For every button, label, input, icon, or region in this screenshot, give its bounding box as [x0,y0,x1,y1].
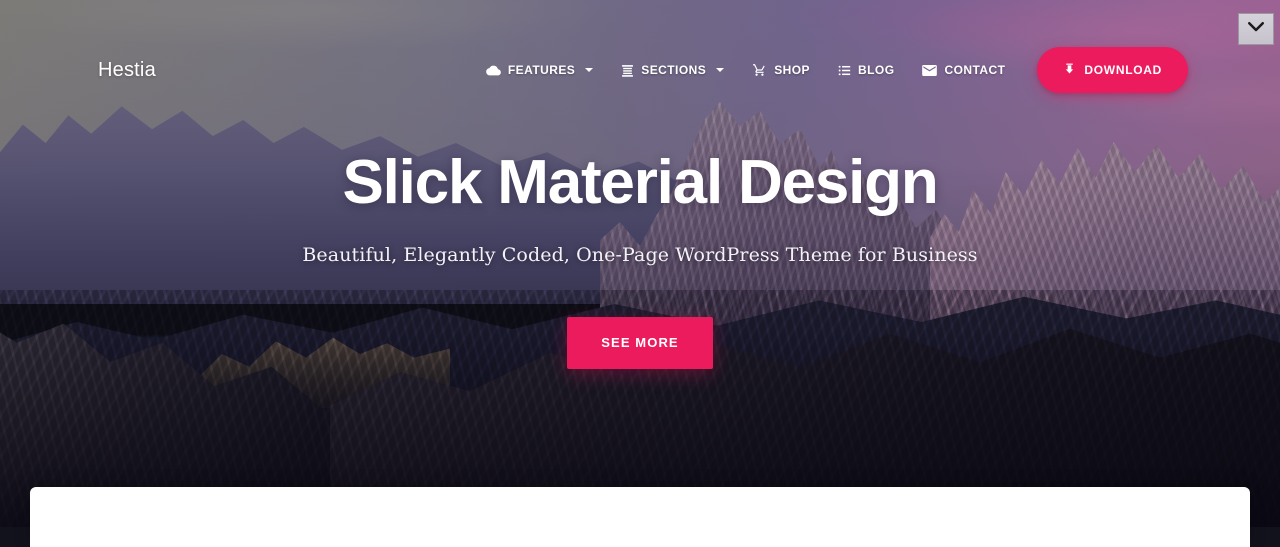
hero-subtitle: Beautiful, Elegantly Coded, One-Page Wor… [302,243,978,266]
nav-item-shop[interactable]: SHOP [738,54,824,86]
hero-title: Slick Material Design [342,148,938,217]
chevron-down-icon [1247,20,1265,38]
scroll-down-button[interactable] [1238,13,1274,45]
nav-item-features[interactable]: FEATURES [472,54,607,86]
download-button-label: DOWNLOAD [1084,63,1162,77]
nav-label: SECTIONS [641,63,707,77]
nav-menu: FEATURES SECTIONS SHOP BLOG CONTACT DOWN… [472,47,1188,93]
see-more-button[interactable]: SEE MORE [567,316,713,369]
chevron-down-icon [716,68,725,72]
main-navigation: Hestia FEATURES SECTIONS SHOP BLOG CONTA… [0,44,1280,96]
list-icon [838,64,851,77]
nav-item-blog[interactable]: BLOG [824,54,908,86]
envelope-icon [922,64,938,76]
site-logo[interactable]: Hestia [98,59,156,82]
content-card [30,487,1250,547]
nav-item-sections[interactable]: SECTIONS [607,54,738,86]
nav-label: BLOG [858,63,895,77]
nav-label: SHOP [774,63,811,77]
nav-label: CONTACT [944,63,1006,77]
download-icon [1063,62,1076,79]
nav-item-contact[interactable]: CONTACT [908,54,1019,86]
nav-label: FEATURES [507,63,576,77]
cloud-icon [486,65,501,76]
sections-icon [621,64,634,77]
chevron-down-icon [585,68,594,72]
hero-content: Slick Material Design Beautiful, Elegant… [0,148,1280,369]
download-button[interactable]: DOWNLOAD [1037,47,1188,93]
shopping-cart-icon [752,63,767,77]
